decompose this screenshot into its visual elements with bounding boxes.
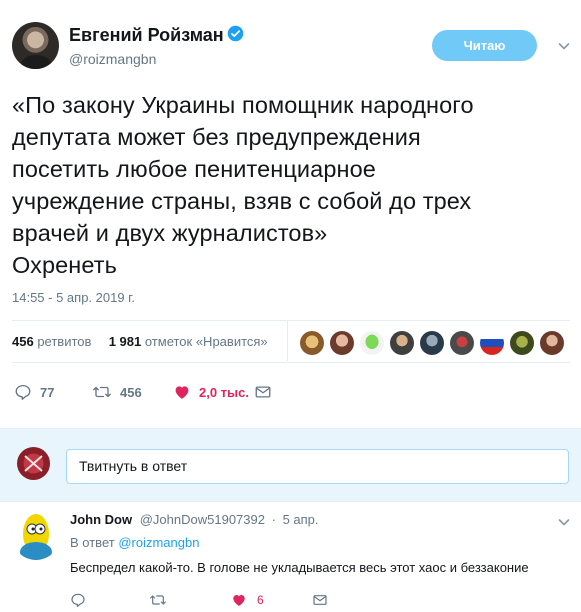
liker-avatar[interactable]: [360, 331, 384, 355]
current-user-avatar-image: [17, 447, 50, 480]
reply-like-action[interactable]: 6: [231, 590, 264, 610]
liker-avatar[interactable]: [390, 331, 414, 355]
reply-like-count: 6: [257, 593, 264, 607]
likes-label[interactable]: отметок «Нравится»: [145, 334, 268, 349]
liker-avatar-flag[interactable]: [480, 331, 504, 355]
reply-input[interactable]: Твитнуть в ответ: [66, 449, 569, 484]
reply-tweet: John Dow @JohnDow51907392 · 5 апр. В отв…: [0, 502, 581, 612]
retweet-count: 456: [120, 384, 142, 400]
liker-avatar[interactable]: [540, 331, 564, 355]
like-action[interactable]: 2,0 тыс.: [173, 380, 249, 404]
reply-message-action[interactable]: [312, 590, 328, 610]
reply-count: 77: [40, 384, 55, 400]
reply-separator: ·: [271, 512, 276, 527]
tweet-text-line: посетить любое пенитенциарное: [12, 156, 376, 182]
reply-compose-area: Твитнуть в ответ: [0, 428, 581, 502]
reply-icon: [71, 593, 85, 607]
likes-count[interactable]: 1 981: [109, 334, 142, 349]
retweet-icon: [93, 386, 111, 398]
in-reply-prefix: В ответ: [70, 535, 115, 550]
reply-author-avatar-image: [12, 512, 60, 560]
in-reply-to-link[interactable]: @roizmangbn: [118, 535, 199, 550]
tweet-stats: 456 ретвитов 1 981 отметок «Нравится»: [12, 334, 268, 349]
stats-separator: [287, 321, 288, 361]
retweets-label[interactable]: ретвитов: [37, 334, 91, 349]
tweet-timestamp[interactable]: 14:55 - 5 апр. 2019 г.: [12, 290, 135, 305]
liker-avatar[interactable]: [300, 331, 324, 355]
tweet-text-line: учреждение страны, взяв с собой до трех: [12, 188, 472, 214]
chevron-down-icon[interactable]: [558, 40, 570, 52]
tweet-text-line: Охренеть: [12, 252, 117, 278]
reply-actions: 6: [0, 590, 581, 610]
reply-author-name[interactable]: John Dow: [70, 512, 132, 527]
reply-author-handle[interactable]: @JohnDow51907392: [140, 512, 265, 527]
heart-icon: [175, 386, 189, 399]
main-tweet: Евгений Ройзман @roizmangbn Читаю «По за…: [0, 0, 581, 428]
envelope-icon: [255, 386, 271, 398]
retweet-action[interactable]: 456: [92, 380, 142, 404]
like-count: 2,0 тыс.: [199, 384, 249, 400]
heart-icon: [233, 595, 245, 606]
tweet-text-line: «По закону Украины помощник народного: [12, 92, 474, 118]
retweet-icon: [150, 595, 166, 605]
reply-action[interactable]: 77: [14, 380, 54, 404]
divider: [12, 320, 570, 321]
reply-text: Беспредел какой-то. В голове не укладыва…: [70, 560, 529, 575]
verified-badge-icon: [227, 25, 244, 42]
chevron-down-icon[interactable]: [558, 516, 570, 528]
reply-icon: [15, 384, 31, 400]
liker-avatar[interactable]: [510, 331, 534, 355]
tweet-text-line: депутата может без предупреждения: [12, 124, 421, 150]
in-reply-to: В ответ @roizmangbn: [70, 535, 199, 550]
divider: [12, 362, 570, 363]
liker-avatar[interactable]: [420, 331, 444, 355]
envelope-icon: [313, 595, 327, 605]
author-name[interactable]: Евгений Ройзман: [69, 25, 224, 46]
current-user-avatar[interactable]: [17, 447, 50, 480]
reply-reply-action[interactable]: [70, 590, 86, 610]
tweet-text-line: врачей и двух журналистов»: [12, 220, 328, 246]
following-button[interactable]: Читаю: [432, 30, 537, 61]
reply-retweet-action[interactable]: [149, 590, 167, 610]
reply-author-avatar[interactable]: [12, 512, 60, 560]
reply-header: John Dow @JohnDow51907392 · 5 апр.: [70, 512, 319, 527]
tweet-text: «По закону Украины помощник народного де…: [12, 89, 572, 281]
tweet-actions: 77 456 2,0 тыс.: [0, 380, 581, 404]
message-action[interactable]: [254, 380, 272, 404]
author-avatar[interactable]: [12, 22, 59, 69]
author-handle[interactable]: @roizmangbn: [69, 51, 156, 67]
liker-avatar[interactable]: [330, 331, 354, 355]
reply-date[interactable]: 5 апр.: [283, 512, 319, 527]
liker-avatar[interactable]: [450, 331, 474, 355]
retweets-count[interactable]: 456: [12, 334, 34, 349]
